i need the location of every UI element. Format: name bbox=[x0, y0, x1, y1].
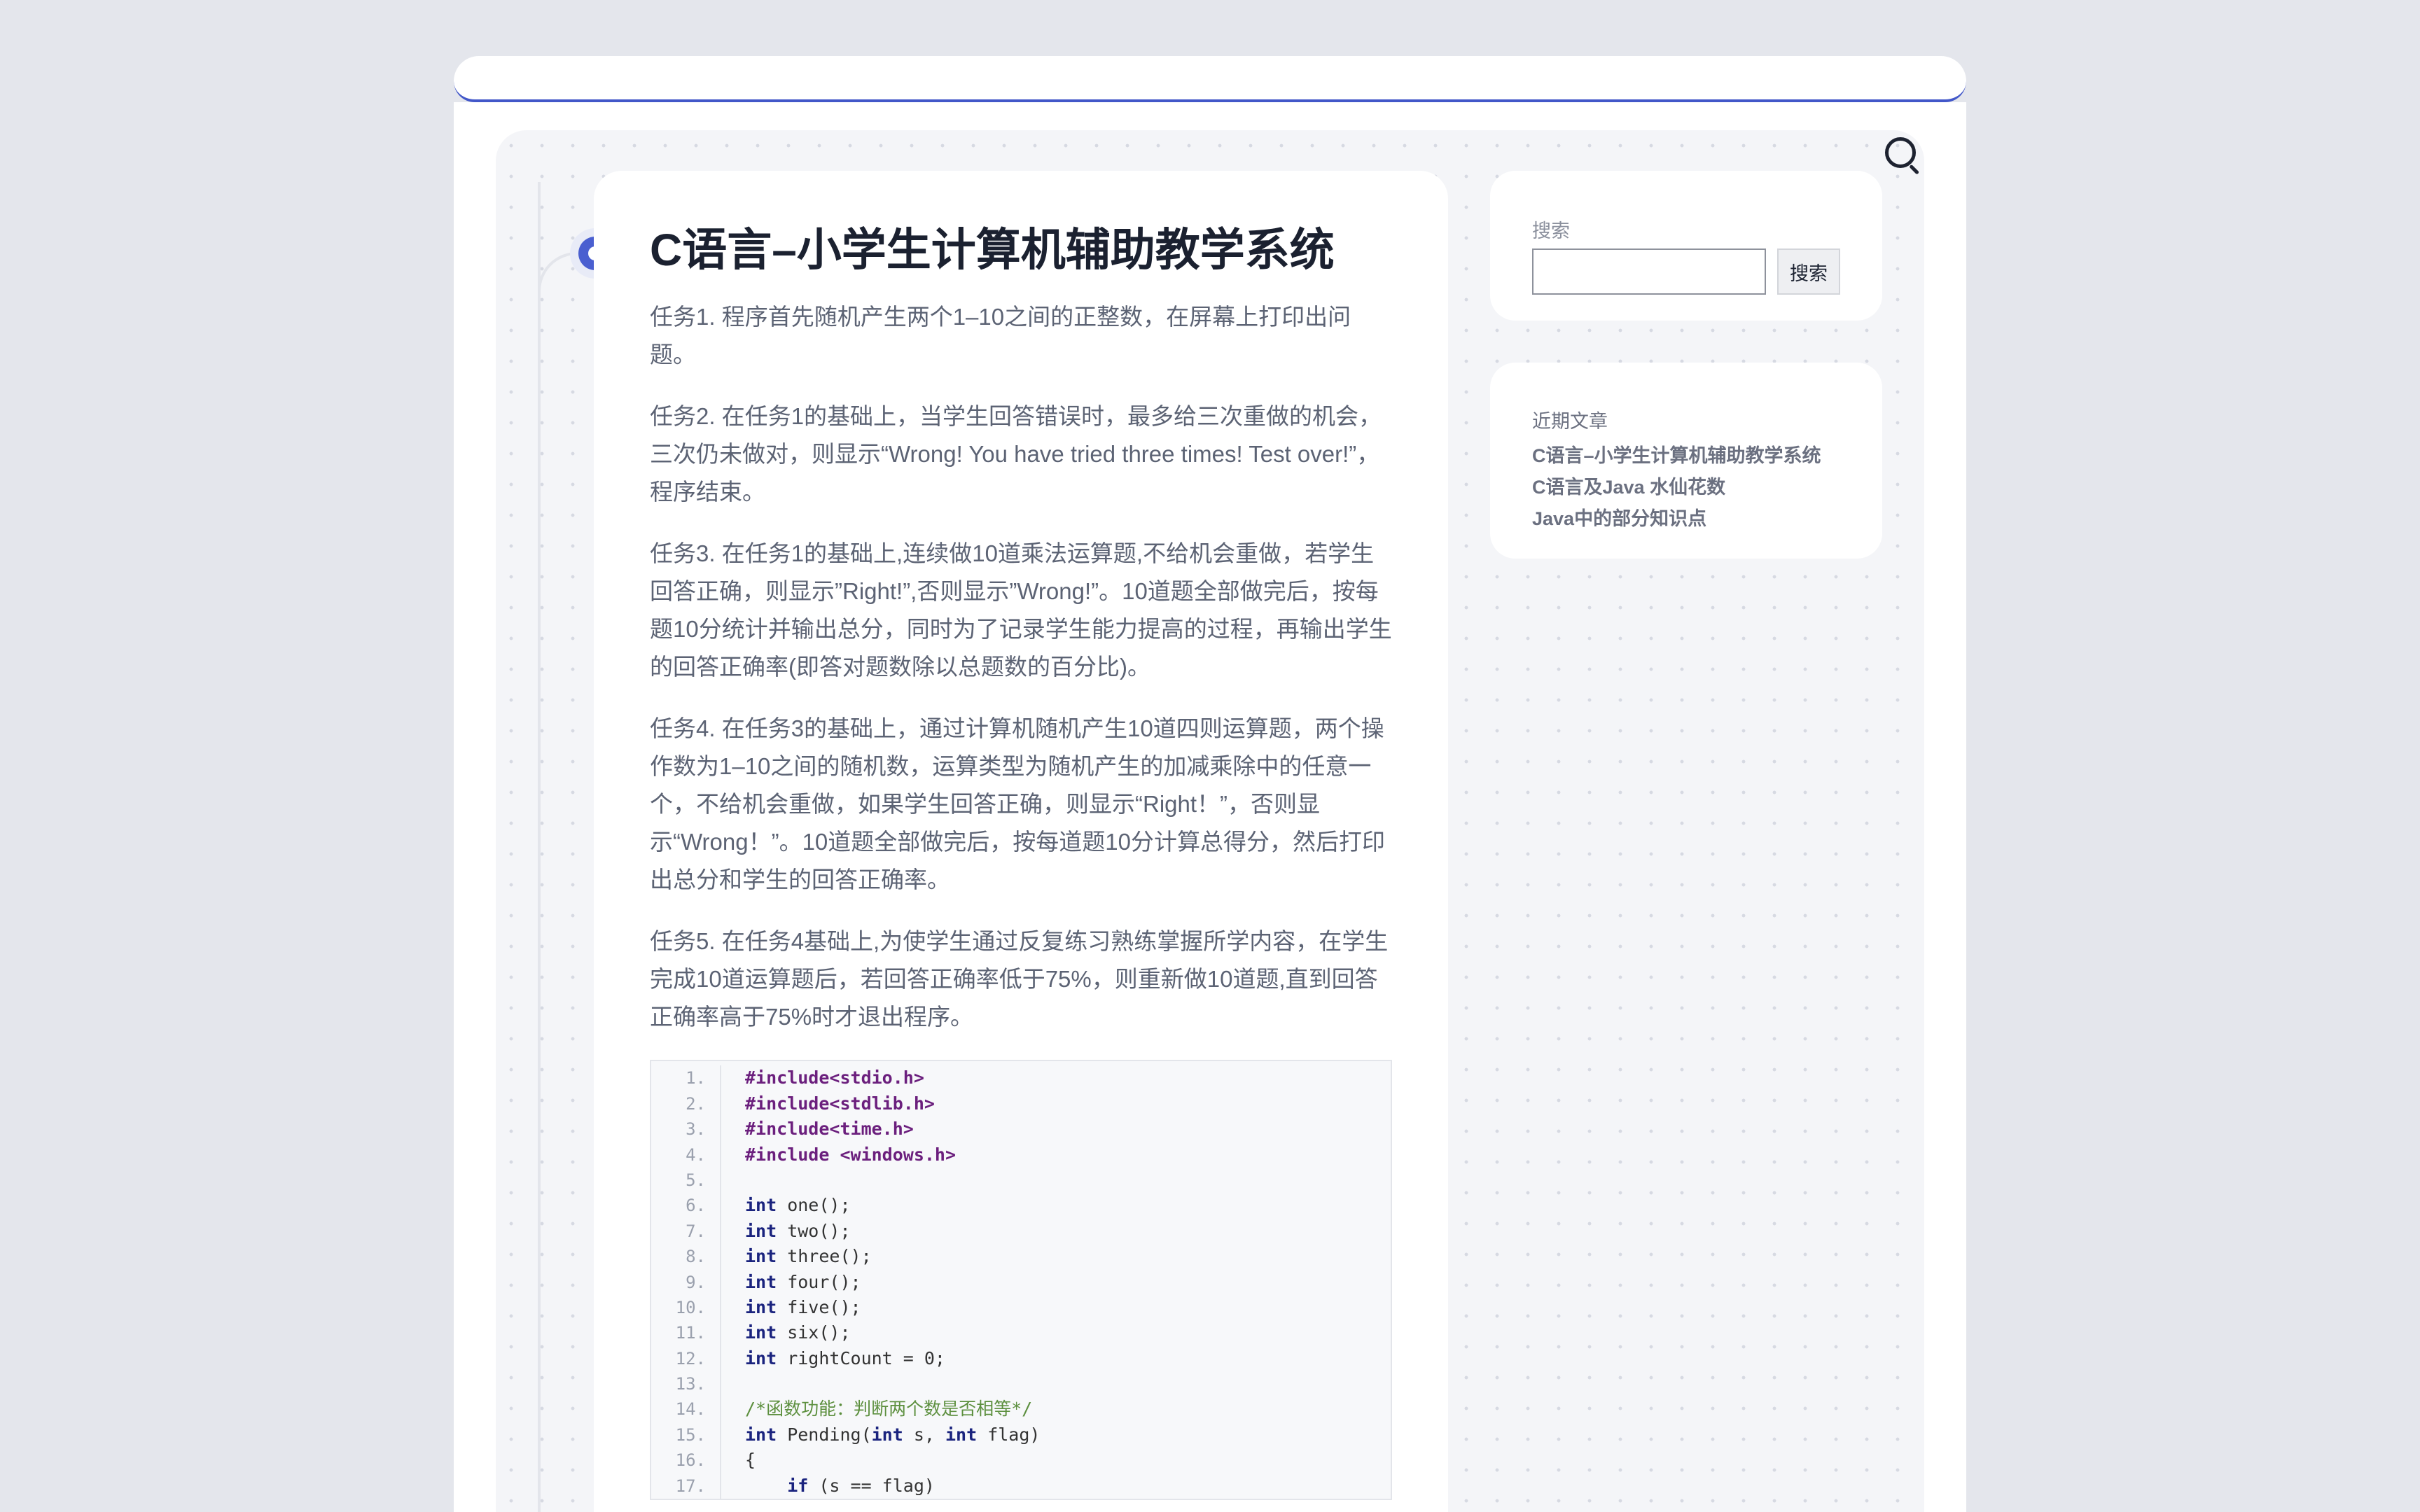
code-text: #include<stdio.h> bbox=[745, 1068, 924, 1088]
recent-posts-heading: 近期文章 bbox=[1532, 411, 1608, 432]
code-text: int two(); bbox=[721, 1219, 851, 1244]
line-number: 4. bbox=[651, 1142, 721, 1168]
search-input[interactable] bbox=[1532, 248, 1766, 295]
post-paragraph: 任务2. 在任务1的基础上，当学生回答错误时，最多给三次重做的机会，三次仍未做对… bbox=[650, 403, 1382, 505]
line-number: 10. bbox=[651, 1294, 721, 1321]
code-line: 9. int four(); bbox=[651, 1269, 1391, 1295]
code-line: 3. #include<time.h> bbox=[651, 1116, 1391, 1142]
code-rest: Pending( bbox=[777, 1424, 872, 1445]
code-text: #include<stdlib.h> bbox=[745, 1093, 935, 1114]
line-number: 2. bbox=[651, 1091, 721, 1117]
line-number: 13. bbox=[651, 1371, 721, 1397]
line-number: 5. bbox=[651, 1167, 721, 1194]
search-label: 搜索 bbox=[1532, 220, 1570, 241]
code-line: 1. #include<stdio.h> bbox=[651, 1065, 1391, 1091]
code-keyword: int bbox=[745, 1195, 777, 1216]
search-widget: 搜索 搜索 bbox=[1490, 171, 1882, 321]
code-text: int one(); bbox=[721, 1193, 851, 1218]
post-paragraph: 任务5. 在任务4基础上,为使学生通过反复练习熟练掌握所学内容，在学生完成10道… bbox=[650, 928, 1389, 1030]
code-keyword: int bbox=[745, 1424, 777, 1445]
code-rest: one(); bbox=[777, 1195, 851, 1216]
code-text: if (s == flag) bbox=[721, 1474, 935, 1499]
recent-post-link[interactable]: C语言–小学生计算机辅助教学系统 bbox=[1532, 440, 1840, 472]
code-line: 2. #include<stdlib.h> bbox=[651, 1091, 1391, 1117]
code-line: 8. int three(); bbox=[651, 1244, 1391, 1270]
code-text: { bbox=[745, 1450, 756, 1471]
code-rest: flag) bbox=[977, 1424, 1041, 1445]
post-title[interactable]: C语言–小学生计算机辅助教学系统 bbox=[650, 220, 1392, 280]
code-line: 5. bbox=[651, 1167, 1391, 1194]
post-paragraph: 任务4. 在任务3的基础上，通过计算机随机产生10道四则运算题，两个操作数为1–… bbox=[650, 715, 1385, 893]
code-rest: three(); bbox=[777, 1246, 872, 1267]
line-number: 14. bbox=[651, 1396, 721, 1422]
code-line: 17. if (s == flag) bbox=[651, 1473, 1391, 1499]
code-rest: (s == flag) bbox=[808, 1475, 935, 1496]
code-rest: five(); bbox=[777, 1296, 861, 1317]
line-number: 16. bbox=[651, 1448, 721, 1474]
code-keyword: int bbox=[745, 1220, 777, 1241]
code-line: 4. #include <windows.h> bbox=[651, 1142, 1391, 1168]
recent-post-link[interactable]: C语言及Java 水仙花数 bbox=[1532, 472, 1840, 503]
code-keyword: int bbox=[745, 1296, 777, 1317]
code-text: int rightCount = 0; bbox=[721, 1346, 945, 1371]
code-text: int six(); bbox=[721, 1320, 851, 1345]
code-rest: two(); bbox=[777, 1220, 851, 1241]
line-number: 6. bbox=[651, 1193, 721, 1219]
code-keyword: int bbox=[745, 1322, 777, 1343]
timeline-line bbox=[538, 182, 541, 1512]
line-number: 1. bbox=[651, 1065, 721, 1091]
code-line: 16. { bbox=[651, 1448, 1391, 1474]
code-keyword: int bbox=[945, 1424, 978, 1445]
line-number: 8. bbox=[651, 1244, 721, 1270]
site-header-bar bbox=[454, 56, 1966, 102]
line-number: 12. bbox=[651, 1345, 721, 1372]
code-line: 12. int rightCount = 0; bbox=[651, 1345, 1391, 1372]
code-text: #include <windows.h> bbox=[745, 1144, 957, 1165]
line-number: 15. bbox=[651, 1422, 721, 1448]
code-line: 10. int five(); bbox=[651, 1294, 1391, 1321]
line-number: 7. bbox=[651, 1218, 721, 1245]
code-keyword: int bbox=[745, 1271, 777, 1292]
code-line: 15. int Pending(int s, int flag) bbox=[651, 1422, 1391, 1448]
code-line: 14. /*函数功能：判断两个数是否相等*/ bbox=[651, 1396, 1391, 1422]
line-number: 3. bbox=[651, 1116, 721, 1142]
code-line: 13. bbox=[651, 1371, 1391, 1397]
search-icon-handle bbox=[1909, 164, 1920, 175]
search-icon bbox=[1885, 137, 1916, 168]
code-rest: six(); bbox=[777, 1322, 851, 1343]
code-keyword: int bbox=[871, 1424, 903, 1445]
search-button[interactable]: 搜索 bbox=[1777, 248, 1840, 295]
code-text: int four(); bbox=[721, 1270, 861, 1295]
line-number: 9. bbox=[651, 1269, 721, 1295]
code-block: 1. #include<stdio.h> 2. #include<stdlib.h>… bbox=[650, 1060, 1392, 1501]
post-paragraph: 任务1. 程序首先随机产生两个1–10之间的正整数，在屏幕上打印出问题。 bbox=[650, 304, 1351, 368]
code-line: 7. int two(); bbox=[651, 1218, 1391, 1245]
code-text: int three(); bbox=[721, 1244, 872, 1269]
code-line: 6. int one(); bbox=[651, 1193, 1391, 1219]
code-rest: four(); bbox=[777, 1271, 861, 1292]
code-keyword: if bbox=[787, 1475, 809, 1496]
line-number: 17. bbox=[651, 1473, 721, 1499]
recent-posts-widget: 近期文章 C语言–小学生计算机辅助教学系统 C语言及Java 水仙花数 Java… bbox=[1490, 363, 1882, 559]
recent-post-link[interactable]: Java中的部分知识点 bbox=[1532, 503, 1840, 535]
code-text: int Pending(int s, int flag) bbox=[721, 1422, 1040, 1448]
post-paragraph: 任务3. 在任务1的基础上,连续做10道乘法运算题,不给机会重做，若学生回答正确… bbox=[650, 540, 1392, 680]
code-keyword: int bbox=[745, 1246, 777, 1267]
code-rest: rightCount = 0; bbox=[777, 1348, 945, 1368]
code-line: 11. int six(); bbox=[651, 1320, 1391, 1346]
line-number: 11. bbox=[651, 1320, 721, 1346]
code-rest: s, bbox=[903, 1424, 945, 1445]
search-toggle-button[interactable] bbox=[1884, 136, 1923, 175]
search-form: 搜索 bbox=[1532, 248, 1840, 295]
code-text: int five(); bbox=[721, 1295, 861, 1320]
code-comment: /*函数功能：判断两个数是否相等*/ bbox=[745, 1399, 1033, 1420]
post-article: C语言–小学生计算机辅助教学系统 任务1. 程序首先随机产生两个1–10之间的正… bbox=[594, 171, 1448, 1512]
code-keyword: int bbox=[745, 1348, 777, 1368]
code-text: #include<time.h> bbox=[745, 1119, 914, 1140]
